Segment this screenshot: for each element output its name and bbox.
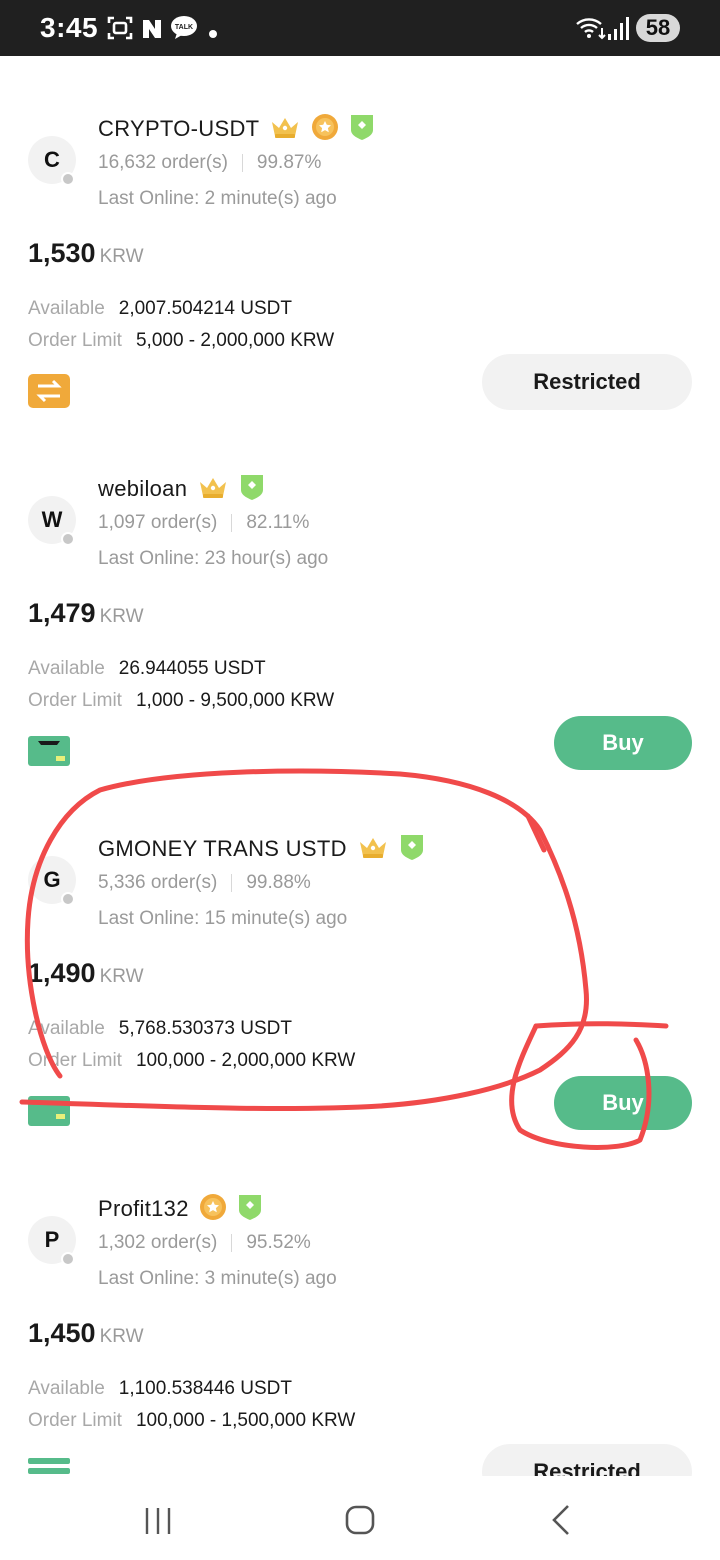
verified-shield-icon [237, 1193, 263, 1226]
available-row: Available 2,007.504214 USDT [28, 298, 292, 320]
naver-icon [140, 14, 164, 47]
price-value: 1,479 [28, 598, 96, 628]
order-count: 1,302 order(s) [98, 1232, 218, 1253]
price-currency: KRW [99, 246, 144, 267]
verified-shield-icon [239, 473, 265, 506]
available-value: 1,100.538446 USDT [118, 1378, 292, 1399]
available-label: Available [28, 1018, 105, 1039]
online-status-dot [61, 172, 75, 186]
bank-card-icon [28, 1094, 70, 1130]
merchant-name[interactable]: Profit132 [98, 1196, 189, 1222]
restricted-button[interactable]: Restricted [482, 354, 692, 410]
order-count: 5,336 order(s) [98, 872, 218, 893]
gold-medal-icon [311, 113, 339, 146]
signal-icon [606, 14, 630, 47]
merchant-list[interactable]: C CRYPTO-USDT 16,632 order(s) 99.87% Las… [0, 56, 720, 1476]
merchant-card[interactable]: G GMONEY TRANS USTD 5,336 order(s) 99.88… [0, 776, 720, 1136]
buy-button[interactable]: Buy [554, 716, 692, 770]
price-currency: KRW [99, 966, 144, 987]
price-value: 1,490 [28, 958, 96, 988]
order-count: 1,097 order(s) [98, 512, 218, 533]
available-row: Available 26.944055 USDT [28, 658, 266, 680]
order-limit-value: 5,000 - 2,000,000 KRW [135, 330, 335, 351]
bank-transfer-icon [28, 374, 70, 410]
price-value: 1,450 [28, 1318, 96, 1348]
available-row: Available 1,100.538446 USDT [28, 1378, 292, 1400]
order-count: 16,632 order(s) [98, 152, 228, 173]
battery-level: 58 [636, 14, 680, 42]
status-time: 3:45 [40, 12, 99, 43]
stats-divider [231, 1234, 233, 1252]
bank-stripes-icon [28, 1454, 70, 1476]
svg-text:TALK: TALK [175, 24, 193, 31]
price: 1,530 KRW [28, 238, 144, 269]
completion-rate: 99.88% [246, 872, 311, 893]
bank-card-icon [28, 734, 70, 770]
online-status-dot [61, 532, 75, 546]
verified-shield-icon [399, 833, 425, 866]
online-status-dot [61, 1252, 75, 1266]
available-value: 26.944055 USDT [118, 658, 266, 679]
verified-shield-icon [349, 113, 375, 146]
back-icon[interactable] [548, 1504, 572, 1541]
order-limit-label: Order Limit [28, 330, 122, 351]
last-online: Last Online: 2 minute(s) ago [98, 188, 337, 209]
merchant-card[interactable]: P Profit132 1,302 order(s) 95.52% Last O… [0, 1136, 720, 1476]
stats-divider [231, 514, 233, 532]
merchant-name[interactable]: GMONEY TRANS USTD [98, 836, 347, 862]
stats-divider [241, 154, 243, 172]
merchant-name[interactable]: webiloan [98, 476, 187, 502]
available-row: Available 5,768.530373 USDT [28, 1018, 292, 1040]
completion-rate: 99.87% [256, 152, 322, 173]
crown-icon [197, 474, 229, 505]
completion-rate: 95.52% [246, 1232, 311, 1253]
wifi-icon [574, 14, 608, 47]
order-limit-value: 1,000 - 9,500,000 KRW [135, 690, 335, 711]
order-limit-row: Order Limit 5,000 - 2,000,000 KRW [28, 330, 334, 352]
crown-icon [269, 114, 301, 145]
merchant-name[interactable]: CRYPTO-USDT [98, 116, 259, 142]
buy-button[interactable]: Buy [554, 1076, 692, 1130]
online-status-dot [61, 892, 75, 906]
merchant-card[interactable]: W webiloan 1,097 order(s) 82.11% Last On… [0, 416, 720, 776]
order-limit-row: Order Limit 100,000 - 2,000,000 KRW [28, 1050, 355, 1072]
restricted-button[interactable]: Restricted [482, 1444, 692, 1476]
last-online: Last Online: 3 minute(s) ago [98, 1268, 337, 1289]
price-currency: KRW [99, 606, 144, 627]
available-value: 2,007.504214 USDT [118, 298, 292, 319]
screenshot-icon [106, 14, 134, 47]
order-limit-row: Order Limit 1,000 - 9,500,000 KRW [28, 690, 334, 712]
order-limit-label: Order Limit [28, 1050, 122, 1071]
recent-apps-icon[interactable] [144, 1506, 172, 1541]
status-bar: 3:45 TALK 58 [0, 0, 720, 56]
price-currency: KRW [99, 1326, 144, 1347]
price: 1,450 KRW [28, 1318, 144, 1349]
order-limit-label: Order Limit [28, 690, 122, 711]
available-value: 5,768.530373 USDT [118, 1018, 292, 1039]
price: 1,479 KRW [28, 598, 144, 629]
available-label: Available [28, 298, 105, 319]
order-limit-value: 100,000 - 1,500,000 KRW [135, 1410, 356, 1431]
order-limit-row: Order Limit 100,000 - 1,500,000 KRW [28, 1410, 355, 1432]
home-icon[interactable] [344, 1504, 376, 1541]
available-label: Available [28, 1378, 105, 1399]
order-limit-value: 100,000 - 2,000,000 KRW [135, 1050, 356, 1071]
merchant-card[interactable]: C CRYPTO-USDT 16,632 order(s) 99.87% Las… [0, 56, 720, 416]
order-limit-label: Order Limit [28, 1410, 122, 1431]
price-value: 1,530 [28, 238, 96, 268]
price: 1,490 KRW [28, 958, 144, 989]
kakaotalk-icon: TALK [170, 14, 198, 47]
stats-divider [231, 874, 233, 892]
last-online: Last Online: 23 hour(s) ago [98, 548, 329, 569]
notification-dot-icon [208, 26, 218, 44]
available-label: Available [28, 658, 105, 679]
gold-medal-icon [199, 1193, 227, 1226]
completion-rate: 82.11% [246, 512, 310, 533]
system-nav-bar [0, 1476, 720, 1560]
crown-icon [357, 834, 389, 865]
last-online: Last Online: 15 minute(s) ago [98, 908, 348, 929]
